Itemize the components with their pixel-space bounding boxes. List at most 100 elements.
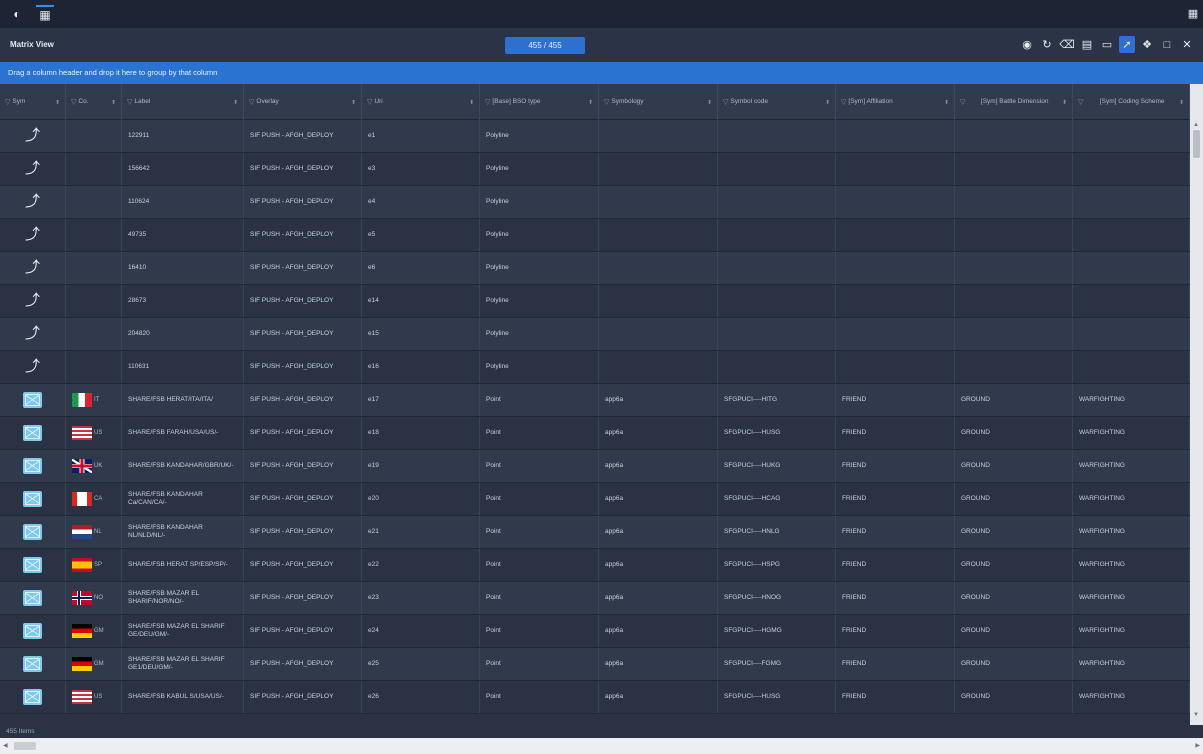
table-row[interactable]: ⤴ 204820 SIF PUSH - AFGH_DEPLOY e15 Polyline — [0, 318, 1190, 351]
cell-scheme[interactable] — [1073, 120, 1190, 152]
filter-icon[interactable]: ▽ — [71, 98, 76, 106]
cell-dim[interactable]: GROUND — [955, 384, 1073, 416]
cell-dim[interactable]: GROUND — [955, 648, 1073, 680]
cell-aff[interactable] — [836, 186, 955, 218]
filter-icon[interactable]: ▽ — [367, 98, 372, 106]
cell-code[interactable]: SFGPUCI----HNLG — [718, 516, 836, 548]
cell-uri[interactable]: e21 — [362, 516, 480, 548]
table-row[interactable]: US SHARE/FSB KABUL S/USA/US/- SIF PUSH - A… — [0, 681, 1190, 714]
cell-aff[interactable] — [836, 351, 955, 383]
cell-scheme[interactable] — [1073, 285, 1190, 317]
cell-dim[interactable] — [955, 318, 1073, 350]
cell-uri[interactable]: e14 — [362, 285, 480, 317]
panel-icon[interactable]: ▦ — [1187, 7, 1199, 20]
refresh-icon[interactable]: ↻ — [1039, 36, 1055, 53]
table-row[interactable]: ⤴ 16410 SIF PUSH - AFGH_DEPLOY e6 Polyline — [0, 252, 1190, 285]
polyline-icon[interactable]: ➚ — [1119, 36, 1135, 53]
cell-aff[interactable]: FRIEND — [836, 417, 955, 449]
cell-flag[interactable] — [66, 153, 122, 185]
cell-sym[interactable] — [0, 648, 66, 680]
cell-label[interactable]: SHARE/FSB MAZAR EL SHARIF GE/DEU/GM/- — [122, 615, 244, 647]
cell-label[interactable]: 122911 — [122, 120, 244, 152]
cell-bso[interactable]: Point — [480, 450, 599, 482]
filter-icon[interactable]: ▽ — [127, 98, 132, 106]
cell-code[interactable] — [718, 252, 836, 284]
cell-uri[interactable]: e17 — [362, 384, 480, 416]
cell-flag[interactable] — [66, 252, 122, 284]
cell-sym[interactable] — [0, 516, 66, 548]
vertical-scrollbar[interactable]: ▲ ▼ — [1190, 84, 1203, 725]
cell-flag[interactable]: NL — [66, 516, 122, 548]
sort-icon[interactable]: ⬍ — [111, 99, 116, 106]
cell-overlay[interactable]: SIF PUSH - AFGH_DEPLOY — [244, 483, 362, 515]
cell-aff[interactable] — [836, 120, 955, 152]
cell-symbology[interactable]: app6a — [599, 549, 718, 581]
cell-scheme[interactable] — [1073, 318, 1190, 350]
cell-overlay[interactable]: SIF PUSH - AFGH_DEPLOY — [244, 285, 362, 317]
cell-aff[interactable]: FRIEND — [836, 549, 955, 581]
cell-label[interactable]: 110624 — [122, 186, 244, 218]
cell-label[interactable]: 156642 — [122, 153, 244, 185]
cell-scheme[interactable] — [1073, 219, 1190, 251]
cell-scheme[interactable]: WARFIGHTING — [1073, 384, 1190, 416]
cell-label[interactable]: 49735 — [122, 219, 244, 251]
cell-symbology[interactable]: app6a — [599, 681, 718, 713]
scroll-left-icon[interactable]: ◀ — [3, 742, 8, 749]
maximize-icon[interactable]: □ — [1159, 36, 1175, 53]
cell-aff[interactable]: FRIEND — [836, 582, 955, 614]
cell-overlay[interactable]: SIF PUSH - AFGH_DEPLOY — [244, 252, 362, 284]
cell-sym[interactable] — [0, 450, 66, 482]
cell-sym[interactable]: ⤴ — [0, 252, 66, 284]
cell-code[interactable]: SFGPUCI----HUSG — [718, 417, 836, 449]
cell-dim[interactable]: GROUND — [955, 549, 1073, 581]
cell-bso[interactable]: Polyline — [480, 351, 599, 383]
cell-flag[interactable]: IT — [66, 384, 122, 416]
scroll-down-icon[interactable]: ▼ — [1193, 712, 1199, 718]
cell-code[interactable] — [718, 285, 836, 317]
filter-icon[interactable]: ▽ — [5, 98, 10, 106]
cell-label[interactable]: 204820 — [122, 318, 244, 350]
cell-label[interactable]: SHARE/FSB KANDAHAR Ca/CAN/CA/- — [122, 483, 244, 515]
cell-scheme[interactable]: WARFIGHTING — [1073, 516, 1190, 548]
cell-sym[interactable]: ⤴ — [0, 120, 66, 152]
cell-label[interactable]: SHARE/FSB HERAT/ITA/ITA/ — [122, 384, 244, 416]
table-row[interactable]: ⤴ 110631 SIF PUSH - AFGH_DEPLOY e16 Polyline — [0, 351, 1190, 384]
scroll-up-icon[interactable]: ▲ — [1193, 122, 1199, 128]
sort-icon[interactable]: ⬍ — [1179, 99, 1184, 106]
cell-symbology[interactable]: app6a — [599, 483, 718, 515]
cell-scheme[interactable] — [1073, 351, 1190, 383]
globe-icon[interactable]: ◐ — [8, 5, 26, 23]
cell-dim[interactable] — [955, 252, 1073, 284]
cell-scheme[interactable]: WARFIGHTING — [1073, 483, 1190, 515]
cell-code[interactable] — [718, 120, 836, 152]
sort-icon[interactable]: ⬍ — [588, 99, 593, 106]
cell-label[interactable]: 16410 — [122, 252, 244, 284]
table-row[interactable]: GM SHARE/FSB MAZAR EL SHARIF GE/DEU/GM/- S… — [0, 615, 1190, 648]
cell-scheme[interactable]: WARFIGHTING — [1073, 648, 1190, 680]
cell-dim[interactable]: GROUND — [955, 417, 1073, 449]
cell-bso[interactable]: Polyline — [480, 153, 599, 185]
cell-aff[interactable] — [836, 285, 955, 317]
cell-dim[interactable]: GROUND — [955, 483, 1073, 515]
cell-flag[interactable] — [66, 351, 122, 383]
cell-symbology[interactable]: app6a — [599, 417, 718, 449]
cell-dim[interactable]: GROUND — [955, 582, 1073, 614]
cell-aff[interactable] — [836, 318, 955, 350]
cell-bso[interactable]: Polyline — [480, 252, 599, 284]
filter-icon[interactable]: ▽ — [604, 98, 609, 106]
table-row[interactable]: US SHARE/FSB FARAH/USA/US/- SIF PUSH - AFG… — [0, 417, 1190, 450]
sort-icon[interactable]: ⬍ — [55, 99, 60, 106]
column-header[interactable]: ▽ Sym ⬍ — [0, 84, 66, 120]
cell-symbology[interactable] — [599, 120, 718, 152]
cell-overlay[interactable]: SIF PUSH - AFGH_DEPLOY — [244, 318, 362, 350]
cell-label[interactable]: SHARE/FSB KANDAHAR NL/NLD/NL/- — [122, 516, 244, 548]
cell-overlay[interactable]: SIF PUSH - AFGH_DEPLOY — [244, 516, 362, 548]
cell-bso[interactable]: Point — [480, 648, 599, 680]
cell-overlay[interactable]: SIF PUSH - AFGH_DEPLOY — [244, 417, 362, 449]
cell-symbology[interactable]: app6a — [599, 450, 718, 482]
sort-icon[interactable]: ⬍ — [825, 99, 830, 106]
cell-uri[interactable]: e15 — [362, 318, 480, 350]
cell-scheme[interactable]: WARFIGHTING — [1073, 681, 1190, 713]
cell-bso[interactable]: Polyline — [480, 219, 599, 251]
cell-bso[interactable]: Polyline — [480, 120, 599, 152]
